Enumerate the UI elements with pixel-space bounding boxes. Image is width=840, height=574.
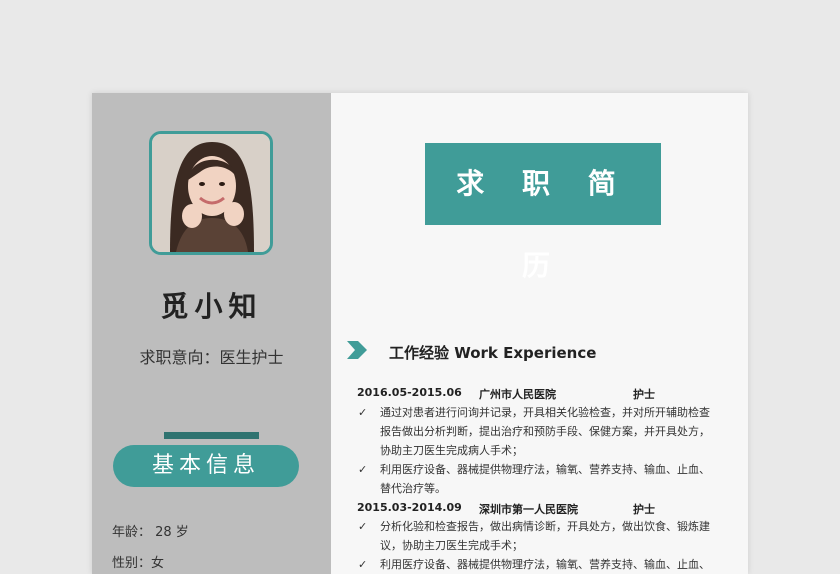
divider-bar: [164, 432, 259, 439]
job-role: 护士: [633, 388, 655, 401]
list-item: ✓ 通过对患者进行问询并记录，开具相关化验检查，并对所开辅助检查报告做出分析判断…: [358, 403, 718, 460]
age-field: 年龄： 28 岁: [112, 525, 189, 540]
section-title: 工作经验 Work Experience: [389, 344, 597, 362]
list-item-text: 利用医疗设备、器械提供物理疗法，输氧、营养支持、输血、止血、替代治疗等。: [380, 463, 710, 495]
sidebar: 觅小知 求职意向：医生护士 基本信息 年龄： 28 岁 性别：女: [92, 93, 331, 574]
job-organization: 深圳市第一人民医院: [479, 503, 578, 516]
check-icon: ✓: [358, 520, 368, 533]
check-icon: ✓: [358, 463, 368, 476]
job-period: 2015.03-2014.09: [357, 501, 462, 514]
candidate-name: 觅小知: [160, 290, 263, 323]
job-organization: 广州市人民医院: [479, 388, 556, 401]
list-item-text: 利用医疗设备、器械提供物理疗法，输氧、营养支持、输血、止血、: [380, 558, 710, 571]
gender-field: 性别：女: [112, 556, 165, 571]
list-item-text: 分析化验和检查报告，做出病情诊断，开具处方，做出饮食、锻炼建议，协助主刀医生完成…: [380, 520, 710, 552]
list-item: ✓ 分析化验和检查报告，做出病情诊断，开具处方，做出饮食、锻炼建议，协助主刀医生…: [358, 517, 718, 555]
job-role: 护士: [633, 503, 655, 516]
chevron-right-icon: [347, 341, 367, 359]
list-item-text: 通过对患者进行问询并记录，开具相关化验检查，并对所开辅助检查报告做出分析判断，提…: [380, 406, 710, 457]
check-icon: ✓: [358, 558, 368, 571]
job-period: 2016.05-2015.06: [357, 386, 462, 399]
check-icon: ✓: [358, 406, 368, 419]
basic-info-heading: 基本信息: [113, 445, 299, 487]
list-item: ✓ 利用医疗设备、器械提供物理疗法，输氧、营养支持、输血、止血、: [358, 555, 718, 574]
work-experience-header: 工作经验 Work Experience: [346, 339, 706, 363]
resume-title: 求 职 简 历: [425, 143, 661, 282]
job-intent: 求职意向：医生护士: [139, 348, 284, 367]
resume-page: 觅小知 求职意向：医生护士 基本信息 年龄： 28 岁 性别：女 求 职 简 历…: [92, 93, 748, 574]
profile-photo: [149, 131, 273, 255]
portrait-image: [152, 134, 270, 252]
list-item: ✓ 利用医疗设备、器械提供物理疗法，输氧、营养支持、输血、止血、替代治疗等。: [358, 460, 718, 498]
